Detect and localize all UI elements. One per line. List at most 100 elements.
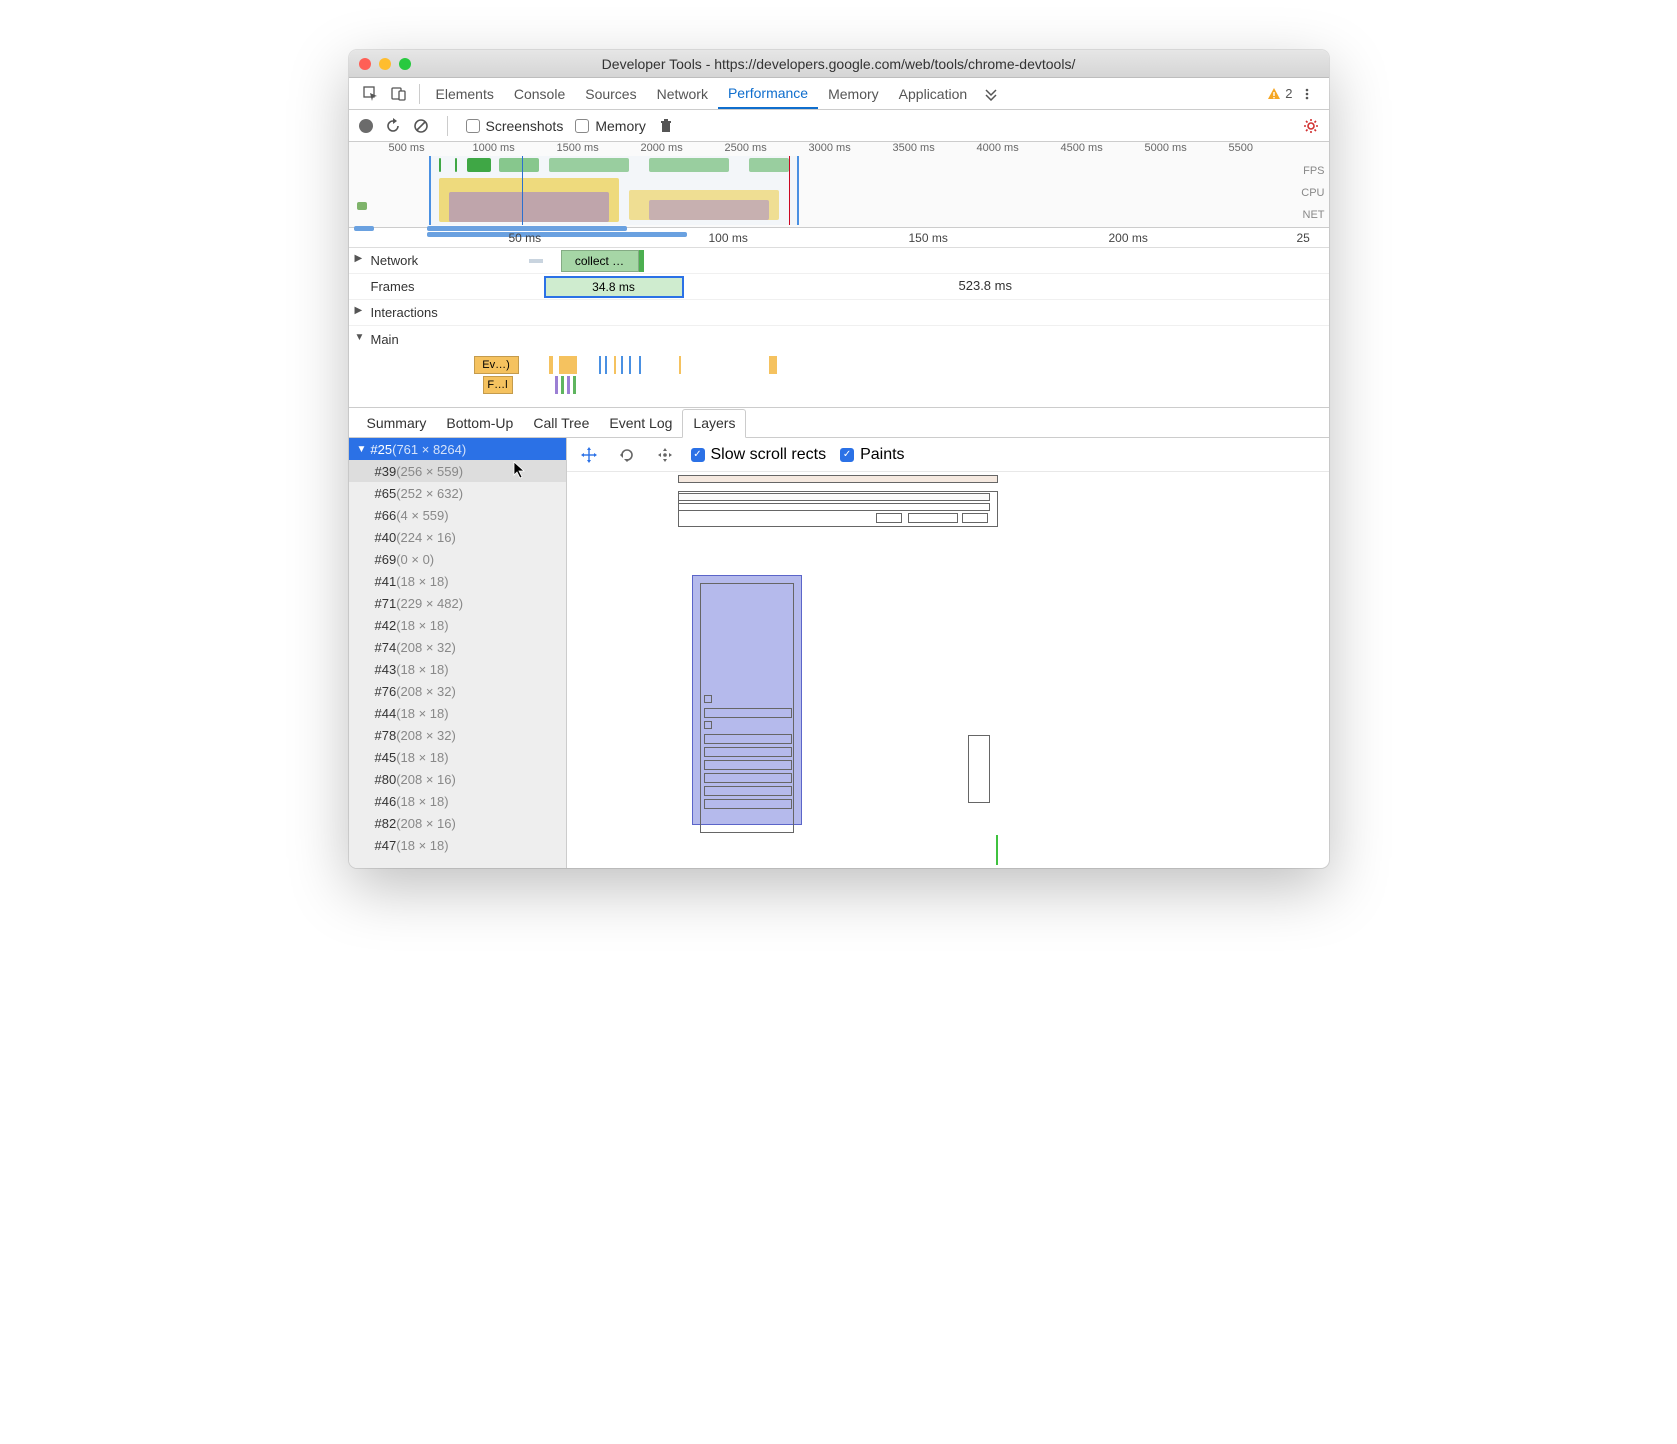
layer-row[interactable]: #40(224 × 16) [349,526,566,548]
flame-block[interactable]: F…l [483,376,513,394]
layer-row[interactable]: #43(18 × 18) [349,658,566,680]
minimize-window-button[interactable] [379,58,391,70]
layer-row[interactable]: #46(18 × 18) [349,790,566,812]
layer-list[interactable]: #25(761 × 8264) #39(256 × 559)#65(252 × … [349,438,567,868]
track-network[interactable]: Network collect … [349,248,1329,274]
track-frames[interactable]: Frames 34.8 ms 523.8 ms [349,274,1329,300]
btab-event-log[interactable]: Event Log [599,408,682,437]
flame-chart[interactable]: 50 ms 100 ms 150 ms 200 ms 25 Network co… [349,228,1329,408]
layer-viewer: Slow scroll rects Paints [567,438,1329,868]
overview-canvas[interactable] [349,156,1289,225]
layer-dim: (208 × 16) [396,816,456,831]
layer-row-root[interactable]: #25(761 × 8264) [349,438,566,460]
tab-memory[interactable]: Memory [818,78,889,109]
record-button[interactable] [359,119,373,133]
layer-id: #66 [375,508,397,523]
tab-sources[interactable]: Sources [575,78,646,109]
warning-icon [1267,87,1281,101]
slow-scroll-label: Slow scroll rects [711,446,827,464]
layer-row[interactable]: #47(18 × 18) [349,834,566,856]
layer-id: #82 [375,816,397,831]
flame-block[interactable]: Ev…) [474,356,519,374]
layer-row[interactable]: #82(208 × 16) [349,812,566,834]
tab-network[interactable]: Network [647,78,718,109]
toggle-device-icon[interactable] [385,80,413,108]
layer-dim: (18 × 18) [396,750,448,765]
reload-profile-icon[interactable] [385,118,401,134]
window-title: Developer Tools - https://developers.goo… [359,56,1319,72]
layer-row[interactable]: #44(18 × 18) [349,702,566,724]
titlebar: Developer Tools - https://developers.goo… [349,50,1329,78]
frame-block[interactable]: 34.8 ms [544,276,684,298]
paints-checkbox[interactable]: Paints [840,446,904,464]
layer-3d-viewer[interactable] [567,472,1109,868]
checkbox-icon [691,448,705,462]
layer-dim: (4 × 559) [396,508,448,523]
more-tabs-icon[interactable] [977,80,1005,108]
inspect-element-icon[interactable] [357,80,385,108]
layer-id: #46 [375,794,397,809]
close-window-button[interactable] [359,58,371,70]
layer-row[interactable]: #69(0 × 0) [349,548,566,570]
layer-row[interactable]: #39(256 × 559) [349,460,566,482]
layer-row[interactable]: #76(208 × 32) [349,680,566,702]
track-main[interactable]: Main [349,326,1329,352]
mouse-cursor-icon [513,461,527,479]
layer-dim: (208 × 16) [396,772,456,787]
paints-label: Paints [860,446,904,464]
overview-ticks: 500 ms 1000 ms 1500 ms 2000 ms 2500 ms 3… [349,142,1329,154]
layer-row[interactable]: #80(208 × 16) [349,768,566,790]
layer-row[interactable]: #45(18 × 18) [349,746,566,768]
checkbox-icon [466,119,480,133]
rotate-icon[interactable] [615,443,639,467]
memory-checkbox[interactable]: Memory [575,118,646,134]
layer-row[interactable]: #41(18 × 18) [349,570,566,592]
zoom-window-button[interactable] [399,58,411,70]
btab-layers[interactable]: Layers [682,409,746,438]
timeline-overview[interactable]: 500 ms 1000 ms 1500 ms 2000 ms 2500 ms 3… [349,142,1329,228]
layer-id: #69 [375,552,397,567]
devtools-tab-strip: Elements Console Sources Network Perform… [349,78,1329,110]
clear-icon[interactable] [413,118,429,134]
layers-pane: #25(761 × 8264) #39(256 × 559)#65(252 × … [349,438,1329,868]
gc-icon[interactable] [658,118,674,134]
tab-performance[interactable]: Performance [718,78,818,109]
layer-id: #25 [370,442,392,457]
tab-application[interactable]: Application [889,78,978,109]
btab-bottom-up[interactable]: Bottom-Up [436,408,523,437]
layer-row[interactable]: #78(208 × 32) [349,724,566,746]
layer-id: #42 [375,618,397,633]
track-interactions[interactable]: Interactions [349,300,1329,326]
layer-dim: (224 × 16) [396,530,456,545]
layer-row[interactable]: #42(18 × 18) [349,614,566,636]
settings-gear-icon[interactable] [1303,118,1319,134]
tab-console[interactable]: Console [504,78,575,109]
btab-summary[interactable]: Summary [357,408,437,437]
layer-row[interactable]: #66(4 × 559) [349,504,566,526]
overview-side-labels: FPS CPU NET [1301,160,1324,226]
warnings-badge[interactable]: 2 [1267,86,1292,101]
layer-id: #80 [375,772,397,787]
overview-selection[interactable] [429,156,799,225]
layer-row[interactable]: #65(252 × 632) [349,482,566,504]
layer-id: #44 [375,706,397,721]
reset-icon[interactable] [653,443,677,467]
screenshots-checkbox[interactable]: Screenshots [466,118,564,134]
pan-icon[interactable] [577,443,601,467]
screenshots-label: Screenshots [486,118,564,134]
track-label: Interactions [349,305,469,320]
layer-row[interactable]: #74(208 × 32) [349,636,566,658]
layer-dim: (18 × 18) [396,662,448,677]
memory-label: Memory [595,118,646,134]
btab-call-tree[interactable]: Call Tree [523,408,599,437]
layer-dim: (229 × 482) [396,596,463,611]
layer-row[interactable]: #71(229 × 482) [349,592,566,614]
tab-elements[interactable]: Elements [426,78,504,109]
divider [447,116,448,136]
network-block[interactable]: collect … [561,250,639,272]
layer-id: #65 [375,486,397,501]
layer-dim: (18 × 18) [396,838,448,853]
warning-count: 2 [1285,86,1292,101]
slow-scroll-rects-checkbox[interactable]: Slow scroll rects [691,446,827,464]
kebab-menu-icon[interactable] [1293,80,1321,108]
